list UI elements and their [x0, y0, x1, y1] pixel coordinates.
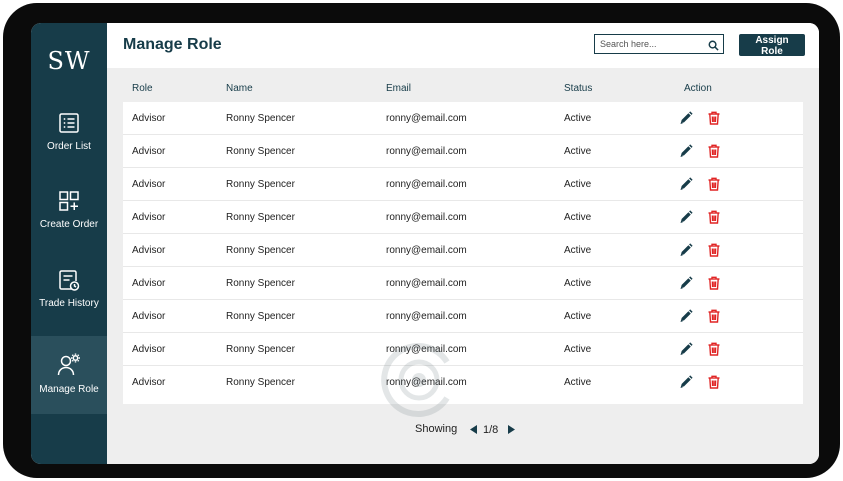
trash-icon[interactable] [708, 276, 720, 293]
name-cell: Ronny Spencer [226, 179, 295, 190]
history-icon [31, 268, 107, 292]
table-row: Advisor Ronny Spencer ronny@email.com Activ… [123, 333, 803, 366]
table-row: Advisor Ronny Spencer ronny@email.com Activ… [123, 201, 803, 234]
table-row: Advisor Ronny Spencer ronny@email.com Activ… [123, 366, 803, 404]
table-row: Advisor Ronny Spencer ronny@email.com Activ… [123, 135, 803, 168]
column-header-email: Email [386, 83, 412, 94]
main-content: Manage Role Assign Role Role Name Email [107, 23, 819, 464]
email-cell: ronny@email.com [386, 146, 467, 157]
role-cell: Advisor [132, 311, 166, 322]
search-icon[interactable] [708, 38, 719, 56]
user-gear-icon [31, 352, 107, 378]
trash-icon[interactable] [708, 177, 720, 194]
name-cell: Ronny Spencer [226, 377, 295, 388]
trash-icon[interactable] [708, 111, 720, 128]
role-cell: Advisor [132, 245, 166, 256]
page-header: Manage Role Assign Role [107, 23, 819, 68]
email-cell: ronny@email.com [386, 245, 467, 256]
table-row: Advisor Ronny Spencer ronny@email.com Activ… [123, 168, 803, 201]
name-cell: Ronny Spencer [226, 245, 295, 256]
sidebar-item-trade-history[interactable]: Trade History [31, 268, 107, 346]
status-cell: Active [564, 179, 592, 190]
name-cell: Ronny Spencer [226, 311, 295, 322]
edit-icon[interactable] [679, 375, 693, 392]
assign-role-button[interactable]: Assign Role [739, 34, 805, 57]
name-cell: Ronny Spencer [226, 113, 295, 124]
app-logo: SW [47, 47, 91, 75]
sidebar-item-manage-role[interactable]: Manage Role [31, 336, 107, 414]
table-header: Role Name Email Status Action [123, 78, 803, 102]
edit-icon[interactable] [679, 276, 693, 293]
email-cell: ronny@email.com [386, 311, 467, 322]
status-cell: Active [564, 377, 592, 388]
status-cell: Active [564, 311, 592, 322]
watermark-logo-icon [377, 338, 461, 427]
prev-page-icon[interactable] [470, 425, 478, 437]
sidebar: SW Order List Create Order Trade History… [31, 23, 107, 464]
edit-icon[interactable] [679, 177, 693, 194]
column-header-status: Status [564, 83, 593, 94]
trash-icon[interactable] [708, 375, 720, 392]
name-cell: Ronny Spencer [226, 146, 295, 157]
email-cell: ronny@email.com [386, 212, 467, 223]
edit-icon[interactable] [679, 243, 693, 260]
page-indicator: 1/8 [483, 424, 499, 436]
edit-icon[interactable] [679, 111, 693, 128]
table-row: Advisor Ronny Spencer ronny@email.com Activ… [123, 234, 803, 267]
email-cell: ronny@email.com [386, 278, 467, 289]
role-cell: Advisor [132, 179, 166, 190]
edit-icon[interactable] [679, 309, 693, 326]
status-cell: Active [564, 278, 592, 289]
role-cell: Advisor [132, 146, 166, 157]
status-cell: Active [564, 245, 592, 256]
status-cell: Active [564, 344, 592, 355]
column-header-name: Name [226, 83, 253, 94]
role-cell: Advisor [132, 113, 166, 124]
grid-plus-icon [31, 189, 107, 213]
email-cell: ronny@email.com [386, 113, 467, 124]
search-box [594, 34, 724, 54]
edit-icon[interactable] [679, 144, 693, 161]
sidebar-item-label: Trade History [39, 298, 99, 309]
sidebar-item-label: Manage Role [39, 384, 99, 395]
sidebar-item-label: Create Order [39, 219, 99, 230]
role-cell: Advisor [132, 212, 166, 223]
status-cell: Active [564, 113, 592, 124]
sidebar-item-order-list[interactable]: Order List [31, 111, 107, 189]
name-cell: Ronny Spencer [226, 278, 295, 289]
device-frame: SW Order List Create Order Trade History… [3, 3, 840, 478]
search-input[interactable] [595, 35, 713, 53]
status-cell: Active [564, 212, 592, 223]
email-cell: ronny@email.com [386, 179, 467, 190]
table-row: Advisor Ronny Spencer ronny@email.com Activ… [123, 102, 803, 135]
column-header-role: Role [132, 83, 153, 94]
sidebar-item-create-order[interactable]: Create Order [31, 189, 107, 267]
page-title: Manage Role [123, 36, 222, 53]
edit-icon[interactable] [679, 210, 693, 227]
role-cell: Advisor [132, 278, 166, 289]
trash-icon[interactable] [708, 243, 720, 260]
sidebar-item-label: Order List [47, 141, 91, 152]
status-cell: Active [564, 146, 592, 157]
trash-icon[interactable] [708, 210, 720, 227]
next-page-icon[interactable] [507, 425, 515, 437]
trash-icon[interactable] [708, 309, 720, 326]
edit-icon[interactable] [679, 342, 693, 359]
role-table: Advisor Ronny Spencer ronny@email.com Activ… [123, 102, 803, 404]
name-cell: Ronny Spencer [226, 212, 295, 223]
role-cell: Advisor [132, 377, 166, 388]
column-header-action: Action [684, 83, 712, 94]
trash-icon[interactable] [708, 144, 720, 161]
table-row: Advisor Ronny Spencer ronny@email.com Activ… [123, 267, 803, 300]
name-cell: Ronny Spencer [226, 344, 295, 355]
app-screen: SW Order List Create Order Trade History… [31, 23, 819, 464]
table-row: Advisor Ronny Spencer ronny@email.com Activ… [123, 300, 803, 333]
trash-icon[interactable] [708, 342, 720, 359]
list-icon [31, 111, 107, 135]
role-cell: Advisor [132, 344, 166, 355]
